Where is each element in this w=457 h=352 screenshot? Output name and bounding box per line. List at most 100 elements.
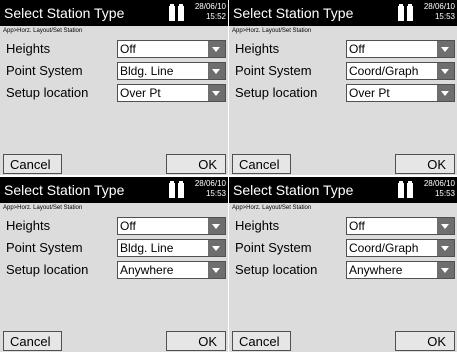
battery-icon xyxy=(398,4,414,21)
setup-location-value: Over Pt xyxy=(120,86,161,100)
heights-label: Heights xyxy=(235,218,280,233)
heights-label: Heights xyxy=(6,218,51,233)
ok-button[interactable]: OK xyxy=(395,331,455,351)
date-text: 28/06/10 xyxy=(194,2,226,11)
title-bar: Select Station Type 28/06/10 15:53 xyxy=(229,0,457,26)
setup-location-label: Setup location xyxy=(235,85,318,100)
ok-button[interactable]: OK xyxy=(166,154,226,174)
setup-location-dropdown[interactable]: Over Pt xyxy=(117,84,226,102)
ok-button-label: OK xyxy=(198,334,217,349)
field-row-setup-location: Setup location Anywhere xyxy=(229,261,457,279)
point-system-dropdown[interactable]: Bldg. Line xyxy=(117,239,226,257)
heights-dropdown[interactable]: Off xyxy=(346,217,455,235)
point-system-label: Point System xyxy=(235,240,312,255)
time-text: 15:53 xyxy=(434,12,455,21)
heights-dropdown[interactable]: Off xyxy=(346,40,455,58)
cancel-button[interactable]: Cancel xyxy=(3,154,62,174)
setup-location-value: Anywhere xyxy=(349,263,403,277)
setup-location-dropdown[interactable]: Anywhere xyxy=(117,261,226,279)
point-system-value: Bldg. Line xyxy=(120,64,174,78)
chevron-down-icon[interactable] xyxy=(437,218,454,234)
setup-location-label: Setup location xyxy=(235,262,318,277)
chevron-down-icon[interactable] xyxy=(208,85,225,101)
ok-button-label: OK xyxy=(427,334,446,349)
date-time: 28/06/10 15:52 xyxy=(192,2,226,22)
field-row-setup-location: Setup location Over Pt xyxy=(229,84,457,102)
chevron-down-icon[interactable] xyxy=(208,63,225,79)
chevron-down-icon[interactable] xyxy=(437,41,454,57)
breadcrumb: App>Horz. Layout/Set Station xyxy=(3,205,83,211)
field-row-setup-location: Setup location Anywhere xyxy=(0,261,228,279)
station-type-screen-2: Select Station Type 28/06/10 15:53 App>H… xyxy=(229,0,457,175)
window-title: Select Station Type xyxy=(233,5,354,21)
point-system-value: Coord/Graph xyxy=(349,64,419,78)
date-text: 28/06/10 xyxy=(194,179,226,188)
heights-label: Heights xyxy=(235,41,280,56)
point-system-label: Point System xyxy=(6,240,83,255)
setup-location-label: Setup location xyxy=(6,85,89,100)
cancel-button[interactable]: Cancel xyxy=(232,331,291,351)
ok-button-label: OK xyxy=(198,157,217,172)
chevron-down-icon[interactable] xyxy=(437,240,454,256)
setup-location-value: Over Pt xyxy=(349,86,390,100)
point-system-value: Coord/Graph xyxy=(349,241,419,255)
cancel-button[interactable]: Cancel xyxy=(3,331,62,351)
ok-button[interactable]: OK xyxy=(166,331,226,351)
chevron-down-icon[interactable] xyxy=(437,63,454,79)
cancel-button-label: Cancel xyxy=(10,334,51,349)
point-system-value: Bldg. Line xyxy=(120,241,174,255)
field-row-heights: Heights Off xyxy=(229,40,457,58)
date-text: 28/06/10 xyxy=(423,179,455,188)
field-row-point-system: Point System Bldg. Line xyxy=(0,62,228,80)
point-system-dropdown[interactable]: Bldg. Line xyxy=(117,62,226,80)
field-row-point-system: Point System Bldg. Line xyxy=(0,239,228,257)
heights-dropdown[interactable]: Off xyxy=(117,40,226,58)
battery-icon xyxy=(169,4,185,21)
chevron-down-icon[interactable] xyxy=(437,262,454,278)
heights-dropdown[interactable]: Off xyxy=(117,217,226,235)
chevron-down-icon[interactable] xyxy=(208,262,225,278)
window-title: Select Station Type xyxy=(233,182,354,198)
battery-icon xyxy=(398,181,414,198)
breadcrumb: App>Horz. Layout/Set Station xyxy=(232,28,312,34)
chevron-down-icon[interactable] xyxy=(208,240,225,256)
point-system-label: Point System xyxy=(6,63,83,78)
title-bar: Select Station Type 28/06/10 15:53 xyxy=(0,177,228,203)
point-system-label: Point System xyxy=(235,63,312,78)
heights-label: Heights xyxy=(6,41,51,56)
station-type-screen-1: Select Station Type 28/06/10 15:52 App>H… xyxy=(0,0,228,175)
breadcrumb: App>Horz. Layout/Set Station xyxy=(3,28,83,34)
date-time: 28/06/10 15:53 xyxy=(421,2,455,22)
breadcrumb: App>Horz. Layout/Set Station xyxy=(232,205,312,211)
heights-value: Off xyxy=(120,219,136,233)
field-row-point-system: Point System Coord/Graph xyxy=(229,239,457,257)
chevron-down-icon[interactable] xyxy=(208,41,225,57)
date-time: 28/06/10 15:53 xyxy=(421,179,455,199)
window-title: Select Station Type xyxy=(4,182,125,198)
field-row-heights: Heights Off xyxy=(0,217,228,235)
time-text: 15:53 xyxy=(434,189,455,198)
ok-button[interactable]: OK xyxy=(395,154,455,174)
setup-location-dropdown[interactable]: Anywhere xyxy=(346,261,455,279)
heights-value: Off xyxy=(349,219,365,233)
heights-value: Off xyxy=(349,42,365,56)
chevron-down-icon[interactable] xyxy=(437,85,454,101)
battery-icon xyxy=(169,181,185,198)
ok-button-label: OK xyxy=(427,157,446,172)
title-bar: Select Station Type 28/06/10 15:52 xyxy=(0,0,228,26)
setup-location-value: Anywhere xyxy=(120,263,174,277)
point-system-dropdown[interactable]: Coord/Graph xyxy=(346,62,455,80)
chevron-down-icon[interactable] xyxy=(208,218,225,234)
setup-location-label: Setup location xyxy=(6,262,89,277)
station-type-screen-4: Select Station Type 28/06/10 15:53 App>H… xyxy=(229,177,457,352)
title-bar: Select Station Type 28/06/10 15:53 xyxy=(229,177,457,203)
cancel-button-label: Cancel xyxy=(239,334,280,349)
date-time: 28/06/10 15:53 xyxy=(192,179,226,199)
field-row-setup-location: Setup location Over Pt xyxy=(0,84,228,102)
time-text: 15:52 xyxy=(205,12,226,21)
time-text: 15:53 xyxy=(205,189,226,198)
point-system-dropdown[interactable]: Coord/Graph xyxy=(346,239,455,257)
heights-value: Off xyxy=(120,42,136,56)
setup-location-dropdown[interactable]: Over Pt xyxy=(346,84,455,102)
cancel-button[interactable]: Cancel xyxy=(232,154,291,174)
